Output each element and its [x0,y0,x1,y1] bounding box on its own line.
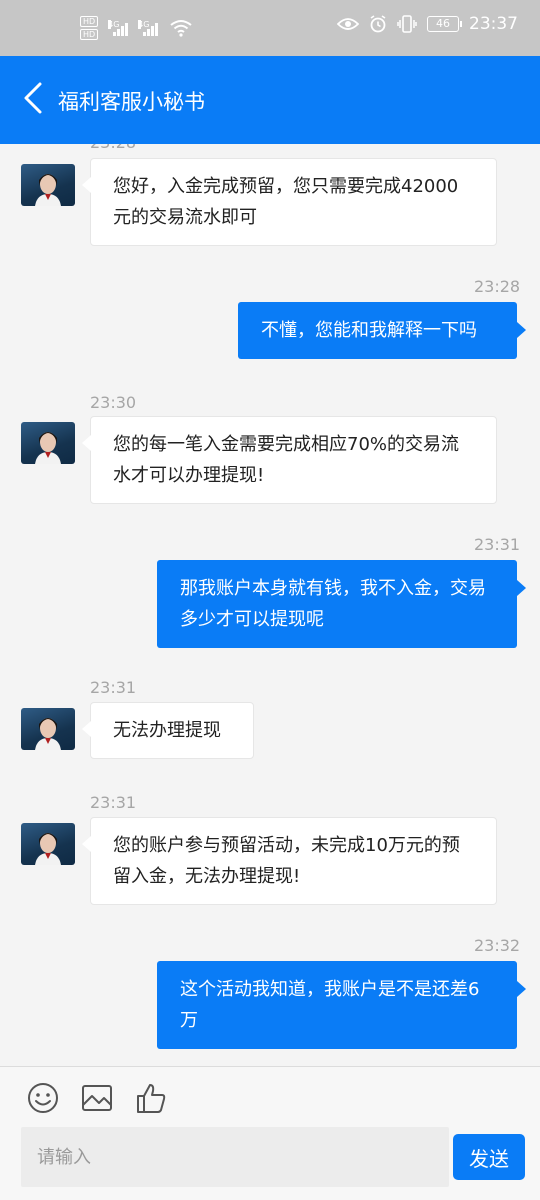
emoji-icon[interactable] [26,1081,60,1115]
message-timestamp: 23:31 [474,535,521,554]
chat-message-list[interactable]: 23:28 您好，入金完成预留，您只需要完成42000元的交易流水即可 23:2… [0,144,540,1066]
status-bar: HD HD 4G 4G 46 23:37 [0,0,540,56]
message-text: 这个活动我知道，我账户是不是还差6万 [180,979,480,1031]
hd-indicators: HD HD [80,16,99,40]
hd-badge-1: HD [80,16,99,27]
agent-avatar[interactable] [21,422,75,464]
eye-icon [337,18,359,30]
status-clock: 23:37 [469,14,518,34]
message-timestamp: 23:28 [474,277,521,296]
message-timestamp: 23:30 [90,393,137,412]
message-text: 您的账户参与预留活动，未完成10万元的预留入金，无法办理提现! [113,835,460,887]
title-bar: 福利客服小秘书 [0,56,540,144]
agent-avatar[interactable] [21,164,75,206]
message-text: 您好，入金完成预留，您只需要完成42000元的交易流水即可 [113,176,459,228]
message-timestamp: 23:31 [90,793,137,812]
signal-icon-1: 4G [108,20,129,36]
incoming-message-bubble[interactable]: 无法办理提现 [82,702,254,759]
incoming-message-bubble[interactable]: 您的每一笔入金需要完成相应70%的交易流水才可以办理提现! [82,416,497,504]
agent-avatar-image [35,718,61,750]
incoming-message-bubble[interactable]: 您好，入金完成预留，您只需要完成42000元的交易流水即可 [82,158,497,246]
back-arrow-icon[interactable] [20,78,50,118]
image-icon[interactable] [80,1081,114,1115]
status-bar-right: 46 23:37 [337,14,518,34]
message-text: 那我账户本身就有钱，我不入金，交易多少才可以提现呢 [180,578,486,630]
agent-avatar-image [35,174,61,206]
message-timestamp: 23:32 [474,936,521,955]
agent-avatar-image [35,432,61,464]
agent-avatar[interactable] [21,823,75,865]
agent-avatar-image [35,833,61,865]
send-button[interactable]: 发送 [453,1134,525,1180]
alarm-icon [370,15,386,33]
outgoing-message-bubble[interactable]: 不懂，您能和我解释一下吗 [238,302,526,359]
thumbs-up-icon[interactable] [134,1081,168,1115]
message-timestamp: 23:28 [90,144,136,152]
message-timestamp: 23:31 [90,678,137,697]
status-bar-left: HD HD 4G 4G [80,16,192,40]
hd-badge-2: HD [80,29,99,40]
message-text: 您的每一笔入金需要完成相应70%的交易流水才可以办理提现! [113,434,460,486]
signal-icon-2: 4G [138,20,159,36]
vibrate-icon [397,15,417,33]
message-text: 无法办理提现 [113,720,221,741]
incoming-message-bubble[interactable]: 您的账户参与预留活动，未完成10万元的预留入金，无法办理提现! [82,817,497,905]
network-label-2: 4G [138,20,150,29]
wifi-icon [170,20,192,37]
chat-title: 福利客服小秘书 [58,90,205,114]
agent-avatar[interactable] [21,708,75,750]
message-text: 不懂，您能和我解释一下吗 [261,320,477,341]
outgoing-message-bubble[interactable]: 这个活动我知道，我账户是不是还差6万 [157,961,526,1049]
battery-icon: 46 [427,16,462,32]
network-label-1: 4G [108,20,120,29]
outgoing-message-bubble[interactable]: 那我账户本身就有钱，我不入金，交易多少才可以提现呢 [157,560,526,648]
message-input[interactable] [21,1127,449,1187]
